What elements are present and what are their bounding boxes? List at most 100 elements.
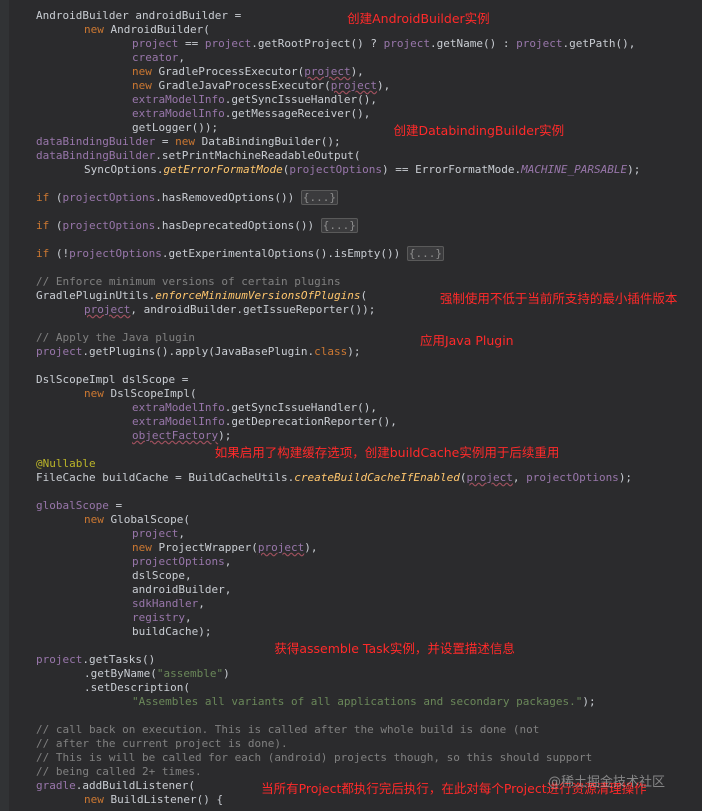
code-line[interactable]: extraModelInfo.getSyncIssueHandler(), [132,93,377,107]
code-token: MACHINE_PARSABLE [521,163,628,176]
code-token: = [155,135,176,148]
code-token: if [36,191,56,204]
code-token: , [198,597,205,610]
watermark: @稀土掘金技术社区 [548,775,666,790]
code-line[interactable]: sdkHandler, [132,597,205,611]
code-line[interactable]: .setDescription( [84,681,190,695]
code-token: extraModelInfo [132,107,225,120]
code-line[interactable]: new GradleJavaProcessExecutor(project), [132,79,390,93]
folded-block[interactable]: {...} [406,246,445,261]
code-token: projectOptions [62,191,156,204]
code-token: ( [55,191,63,204]
code-line[interactable]: globalScope = [36,499,122,513]
code-line[interactable]: // Apply the Java plugin [36,331,195,345]
code-line[interactable]: "Assembles all variants of all applicati… [132,695,596,709]
code-token: creator [132,51,179,64]
folded-block[interactable]: {...} [300,190,339,205]
code-editor[interactable]: AndroidBuilder androidBuilder = new Andro… [0,0,702,811]
code-token: projectOptions [69,247,162,260]
code-line[interactable]: registry, [132,611,192,625]
code-line[interactable]: extraModelInfo.getDeprecationReporter(), [132,415,397,429]
code-token: new [84,793,111,806]
code-token: = [108,499,123,512]
code-line[interactable]: .getByName("assemble") [84,667,230,681]
annotation-note: 如果启用了构建缓存选项，创建buildCache实例用于后续重用 [214,445,560,460]
code-token: .getPath(), [562,37,636,50]
code-line[interactable]: if (projectOptions.hasRemovedOptions()) … [36,190,339,205]
code-line[interactable]: // call back on execution. This is calle… [36,723,539,737]
code-line[interactable]: extraModelInfo.getSyncIssueHandler(), [132,401,377,415]
code-line[interactable]: new DslScopeImpl( [84,387,197,401]
folded-block[interactable]: {...} [320,218,358,233]
code-token: , [184,611,192,624]
annotation-note: 创建AndroidBuilder实例 [347,11,490,26]
code-token: ProjectWrapper( [158,541,258,554]
code-token: AndroidBuilder androidBuilder = [36,9,242,22]
code-line[interactable]: new ProjectWrapper(project), [132,541,317,555]
code-line[interactable]: new GradleProcessExecutor(project), [132,65,364,79]
code-token: , [224,555,232,568]
code-line[interactable]: if (projectOptions.hasDeprecatedOptions(… [36,218,358,233]
code-token: gradle [36,779,76,792]
code-token: .setPrintMachineReadableOutput( [155,149,361,162]
code-line[interactable]: project, [132,527,185,541]
code-token: "Assembles all variants of all applicati… [132,695,583,708]
code-line[interactable]: DslScopeImpl dslScope = [36,373,188,387]
code-line[interactable]: gradle.addBuildListener( [36,779,195,793]
code-token: new [84,23,111,36]
code-comment: // call back on execution. This is calle… [36,723,540,736]
code-line[interactable]: project.getTasks() [36,653,155,667]
code-token: ); [627,163,641,176]
code-token: , [178,527,185,540]
code-line[interactable]: // Enforce minimum versions of certain p… [36,275,341,289]
code-line[interactable]: new AndroidBuilder( [84,23,210,37]
code-token: registry [132,611,185,624]
code-line[interactable]: new GlobalScope( [84,513,190,527]
code-line[interactable]: projectOptions, [132,555,231,569]
code-token: .addBuildListener( [75,779,195,792]
code-line[interactable]: @Nullable [36,457,96,471]
code-line[interactable]: // after the current project is done). [36,737,288,751]
code-line[interactable]: project == project.getRootProject() ? pr… [132,37,635,51]
code-line[interactable]: SyncOptions.getErrorFormatMode(projectOp… [84,163,640,177]
code-token: SyncOptions. [84,163,164,176]
code-token: ); [618,471,633,484]
code-token: project [84,303,131,316]
code-line[interactable]: objectFactory); [132,429,231,443]
code-token: project [516,37,563,50]
code-token: createBuildCacheIfEnabled [294,471,460,484]
code-token: ), [350,65,364,78]
editor-gutter [0,0,9,811]
code-line[interactable]: dataBindingBuilder.setPrintMachineReadab… [36,149,361,163]
code-token: new [84,387,111,400]
code-token: ); [218,429,232,442]
code-token: if [36,219,56,232]
code-line[interactable]: extraModelInfo.getMessageReceiver(), [132,107,370,121]
code-line[interactable]: project.getPlugins().apply(JavaBasePlugi… [36,345,361,359]
code-token: .getRootProject() ? [251,37,384,50]
annotation-note: 应用Java Plugin [419,333,514,348]
code-line[interactable]: androidBuilder, [132,583,231,597]
code-line[interactable]: GradlePluginUtils.enforceMinimumVersions… [36,289,367,303]
code-line[interactable]: dataBindingBuilder = new DataBindingBuil… [36,135,341,149]
code-line[interactable]: // This is will be called for each (andr… [36,751,592,765]
code-token: getLogger()); [132,121,219,134]
code-line[interactable]: new BuildListener() { [84,793,223,807]
code-line[interactable]: if (!projectOptions.getExperimentalOptio… [36,246,445,261]
code-token: androidBuilder, [132,583,232,596]
code-token: projectOptions [526,471,619,484]
code-line[interactable]: dslScope, [132,569,192,583]
code-line[interactable]: // being called 2+ times. [36,765,202,779]
code-token: project [132,527,179,540]
code-line[interactable]: FileCache buildCache = BuildCacheUtils.c… [36,471,632,485]
annotation-note: 获得assemble Task实例，并设置描述信息 [274,641,515,656]
code-token: DslScopeImpl( [110,387,197,400]
code-line[interactable]: creator, [132,51,185,65]
code-token: globalScope [36,499,109,512]
code-line[interactable]: getLogger()); [132,121,218,135]
code-token: ( [360,289,368,302]
code-line[interactable]: buildCache); [132,625,211,639]
code-token: ), [377,79,391,92]
code-line[interactable]: project, androidBuilder.getIssueReporter… [84,303,375,317]
code-line[interactable]: AndroidBuilder androidBuilder = [36,9,241,23]
